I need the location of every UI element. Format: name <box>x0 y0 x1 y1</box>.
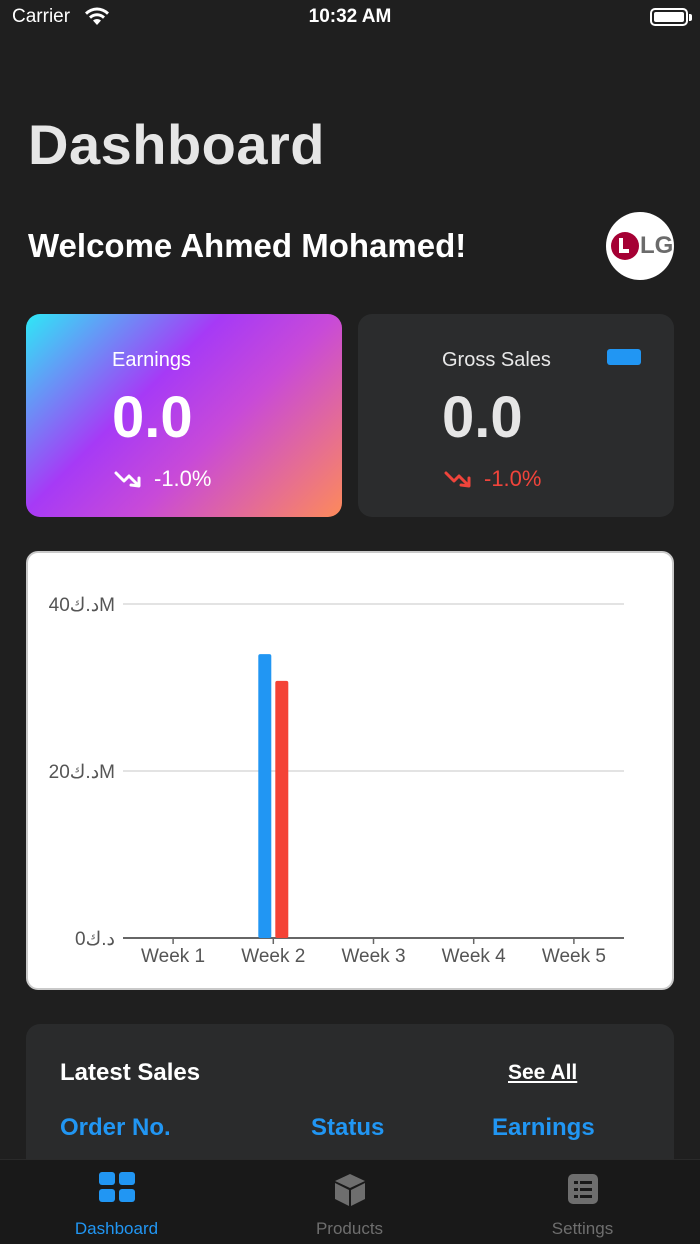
x-tick-label: Week 1 <box>141 946 205 967</box>
grid-icon <box>98 1172 135 1202</box>
box-icon <box>334 1174 365 1206</box>
tab-settings[interactable]: Settings <box>466 1160 699 1244</box>
x-tick-label: Week 2 <box>241 946 305 967</box>
earnings-trend: -1.0% <box>114 466 211 492</box>
y-tick-label: 0د.ك <box>75 929 115 950</box>
gross-sales-legend-swatch <box>607 349 641 365</box>
earnings-change: -1.0% <box>154 466 212 491</box>
chart-bar <box>275 680 289 938</box>
weekly-sales-chart: 0د.ك 20د.كM 40د.كM Week 1 Week 2 Week 3 Week 4… <box>26 551 674 990</box>
gross-sales-trend: -1.0% <box>444 466 541 492</box>
gross-sales-value: 0.0 <box>442 385 523 450</box>
tab-products[interactable]: Products <box>233 1160 466 1244</box>
gross-sales-card[interactable]: Gross Sales 0.0 -1.0% <box>358 314 674 517</box>
list-icon <box>567 1174 598 1204</box>
gross-sales-change: -1.0% <box>484 466 542 491</box>
column-header-order-no[interactable]: Order No. <box>60 1114 171 1142</box>
x-tick-label: Week 3 <box>341 946 405 967</box>
tab-settings-label: Settings <box>551 1219 614 1238</box>
column-header-earnings[interactable]: Earnings <box>492 1114 595 1142</box>
lg-logo-icon <box>611 232 639 260</box>
welcome-message: Welcome Ahmed Mohamed! <box>28 227 467 264</box>
earnings-value: 0.0 <box>112 385 193 450</box>
tab-bar: Dashboard Products Settings <box>0 1159 700 1244</box>
page-title: Dashboard <box>28 113 325 176</box>
tab-dashboard[interactable]: Dashboard <box>0 1160 233 1244</box>
trend-down-icon <box>444 471 471 488</box>
earnings-card[interactable]: Earnings 0.0 -1.0% <box>26 314 342 517</box>
x-tick-label: Week 4 <box>442 946 507 967</box>
status-bar: Carrier 10:32 AM <box>0 0 700 36</box>
trend-down-icon <box>114 471 141 488</box>
battery-icon <box>650 8 692 26</box>
status-time: 10:32 AM <box>308 6 392 27</box>
y-tick-label: 40د.كM <box>49 595 115 616</box>
see-all-link[interactable]: See All <box>508 1061 577 1085</box>
brand-logo-text: LG <box>640 232 674 259</box>
chart-canvas: 0د.ك 20د.كM 40د.كM Week 1 Week 2 Week 3 Week 4… <box>49 595 624 967</box>
y-tick-label: 20د.كM <box>49 762 115 783</box>
brand-logo[interactable]: LG <box>606 212 674 280</box>
tab-dashboard-label: Dashboard <box>74 1219 159 1238</box>
chart-bar <box>258 654 272 938</box>
gross-sales-label: Gross Sales <box>442 349 551 371</box>
column-header-status[interactable]: Status <box>311 1114 384 1142</box>
x-tick-label: Week 5 <box>542 946 606 967</box>
latest-sales-title: Latest Sales <box>60 1059 201 1086</box>
tab-products-label: Products <box>315 1219 384 1238</box>
